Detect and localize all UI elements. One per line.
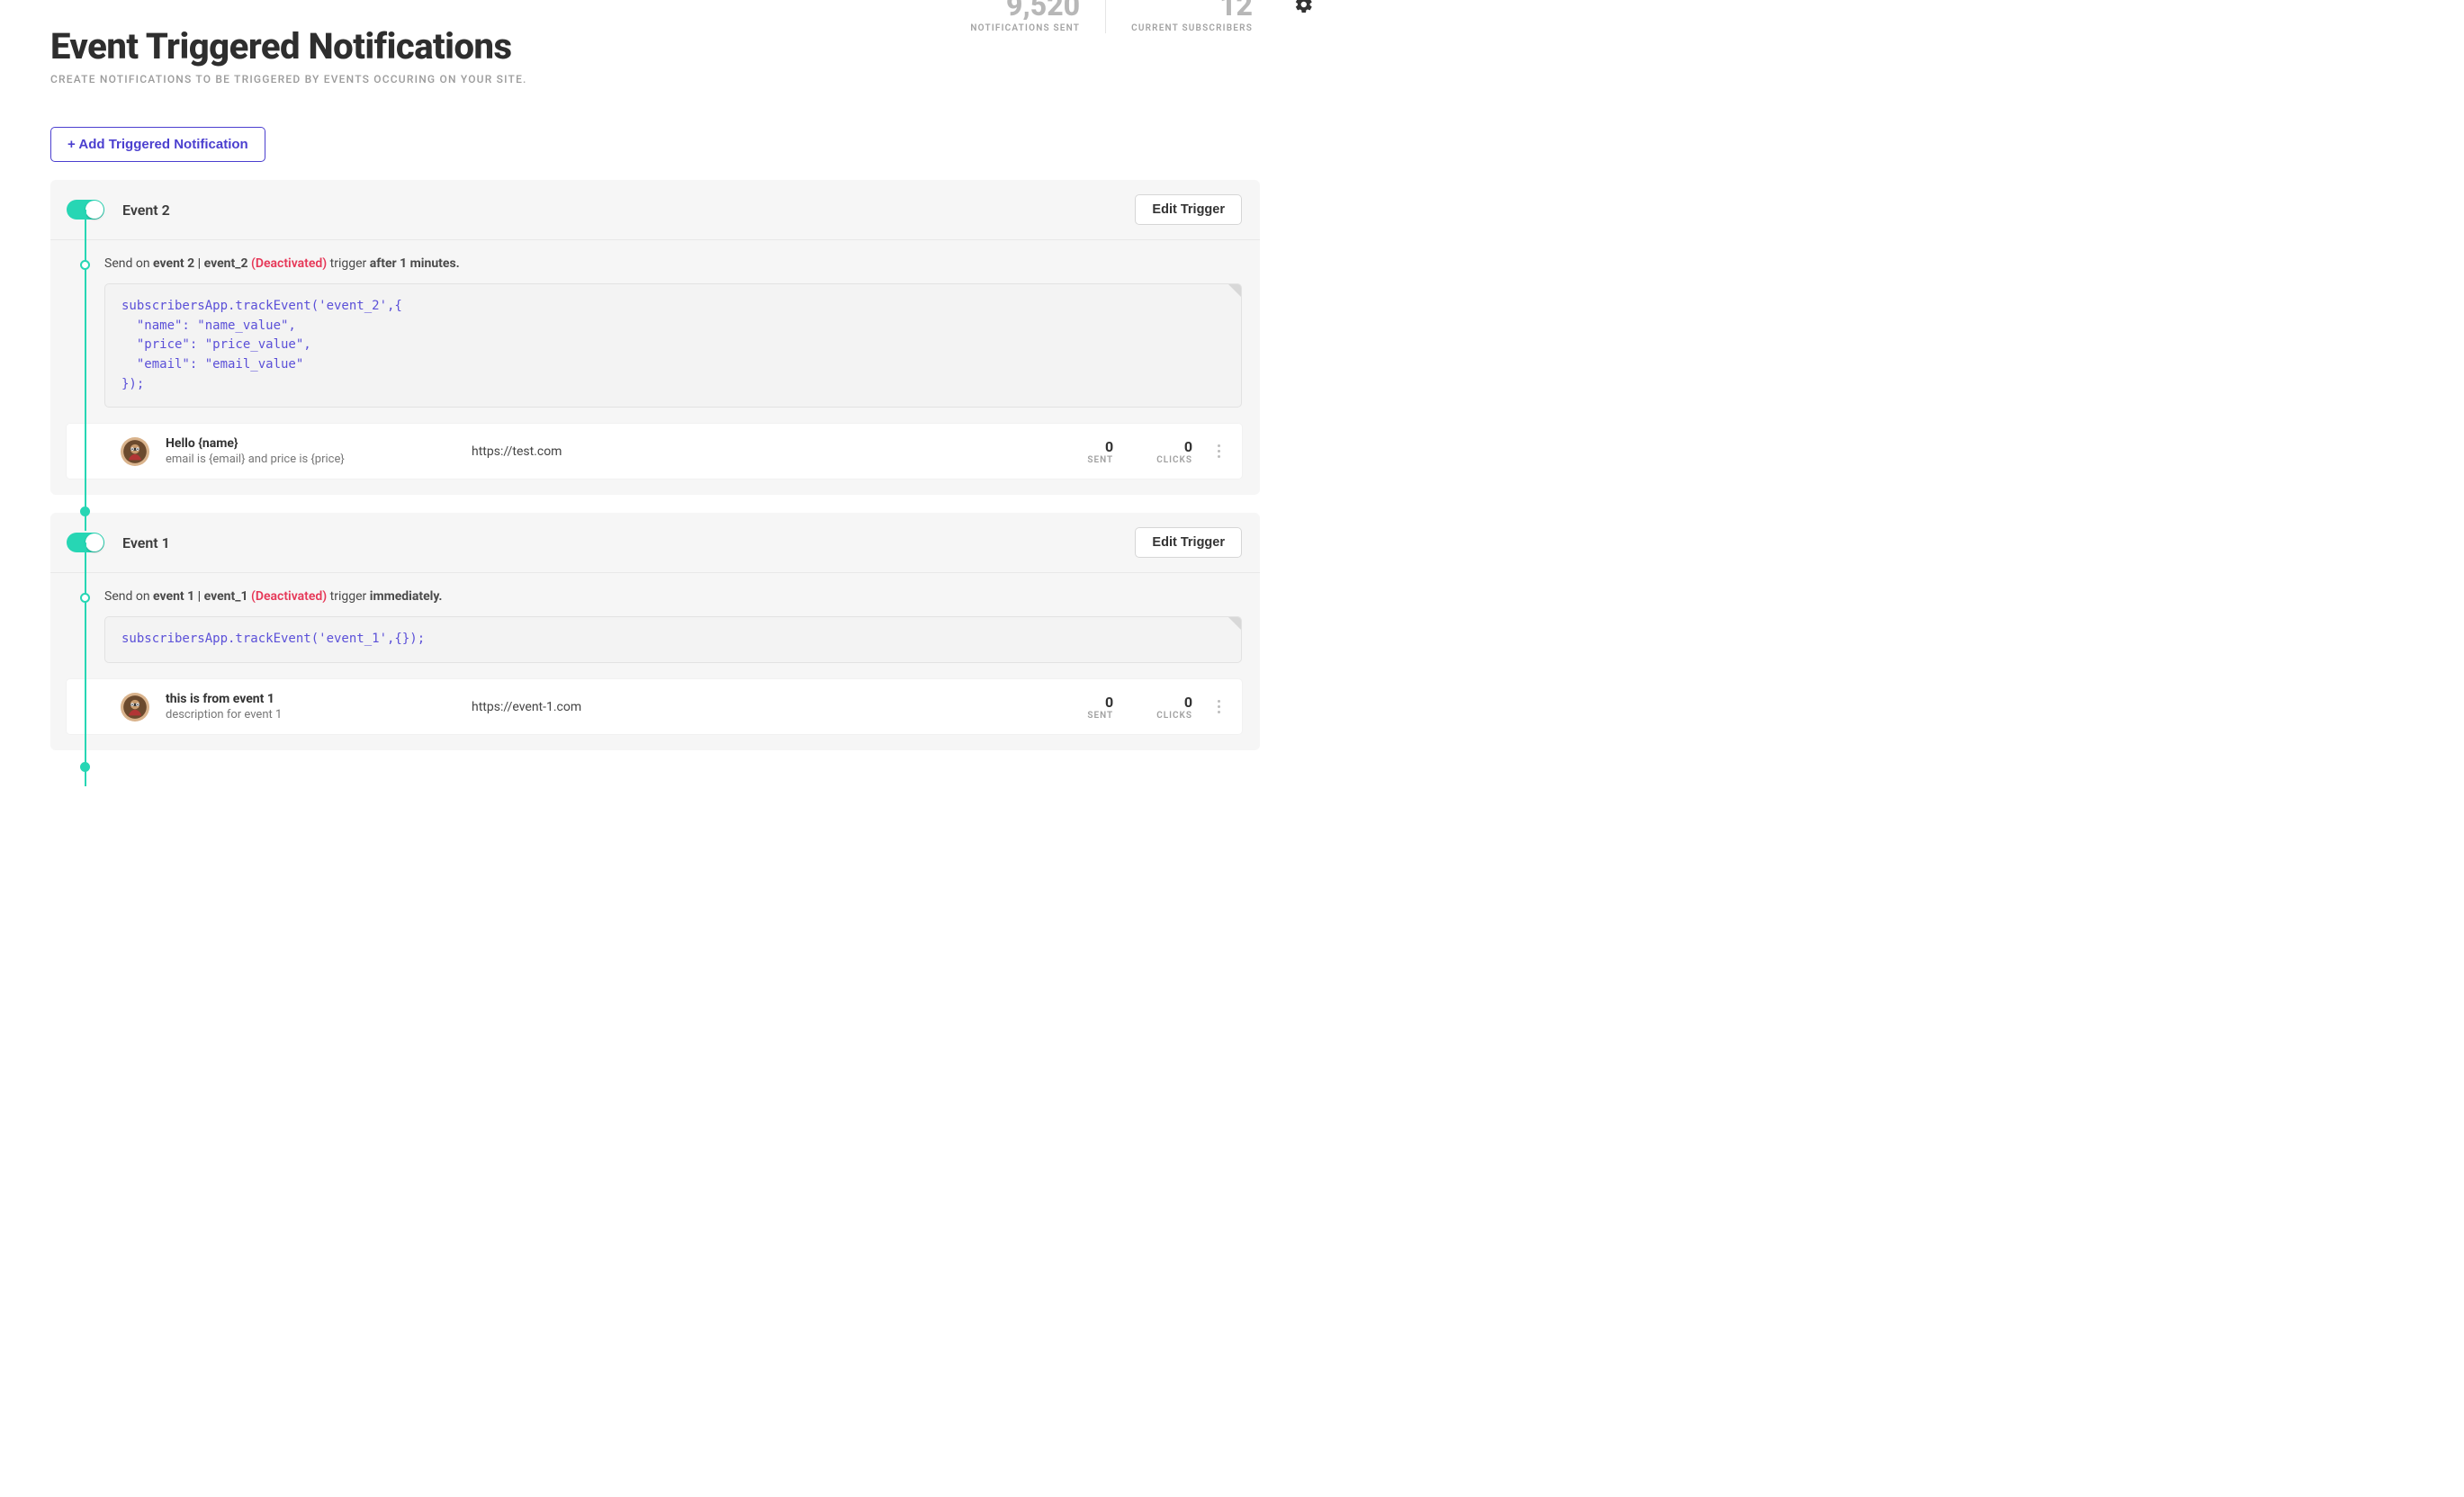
trigger-status: (Deactivated)	[251, 256, 327, 271]
trigger-prefix: Send on	[104, 589, 153, 604]
event-name: Event 2	[122, 202, 170, 219]
sent-label: SENT	[1087, 711, 1113, 721]
gear-icon[interactable]	[1294, 1, 1314, 18]
sent-label: SENT	[1087, 455, 1113, 465]
copy-corner-icon[interactable]	[1228, 617, 1241, 630]
stat-current-subscribers: 12 CURRENT SUBSCRIBERS	[1105, 0, 1278, 33]
event-card: Event 1 Edit Trigger Send on event 1 | e…	[50, 513, 1260, 750]
stat-notifications-sent: 9,520 NOTIFICATIONS SENT	[945, 0, 1105, 33]
trigger-event-name: event 2 | event_2	[153, 256, 248, 271]
top-stats: 9,520 NOTIFICATIONS SENT 12 CURRENT SUBS…	[945, 0, 1314, 33]
stat-label: NOTIFICATIONS SENT	[970, 23, 1080, 33]
clicks-label: CLICKS	[1156, 711, 1192, 721]
edit-trigger-button[interactable]: Edit Trigger	[1135, 194, 1242, 225]
clicks-value: 0	[1156, 438, 1192, 455]
stat-value: 9,520	[970, 0, 1080, 20]
trigger-timing: after 1 minutes.	[370, 256, 460, 271]
trigger-description: Send on event 2 | event_2 (Deactivated) …	[104, 256, 1242, 271]
stat-label: CURRENT SUBSCRIBERS	[1131, 23, 1253, 33]
kebab-menu-icon[interactable]	[1214, 439, 1224, 463]
notification-desc: description for event 1	[166, 708, 472, 722]
trigger-event-name: event 1 | event_1	[153, 589, 248, 604]
trigger-description: Send on event 1 | event_1 (Deactivated) …	[104, 589, 1242, 604]
trigger-timing: immediately.	[370, 589, 443, 604]
avatar	[121, 693, 149, 722]
code-snippet[interactable]: subscribersApp.trackEvent('event_2',{ "n…	[104, 283, 1242, 408]
clicks-label: CLICKS	[1156, 455, 1192, 465]
timeline-dot	[80, 593, 90, 603]
notification-sent-stat: 0 SENT	[1066, 438, 1135, 465]
notification-url: https://test.com	[472, 444, 1066, 459]
timeline-dot	[80, 260, 90, 270]
code-snippet[interactable]: subscribersApp.trackEvent('event_1',{});	[104, 616, 1242, 663]
notification-row: this is from event 1 description for eve…	[67, 679, 1242, 734]
code-text: subscribersApp.trackEvent('event_1',{});	[121, 632, 425, 646]
event-header: Event 2 Edit Trigger	[50, 180, 1260, 240]
notification-desc: email is {email} and price is {price}	[166, 453, 472, 466]
sent-value: 0	[1087, 438, 1113, 455]
edit-trigger-button[interactable]: Edit Trigger	[1135, 527, 1242, 558]
sent-value: 0	[1087, 694, 1113, 711]
notification-sent-stat: 0 SENT	[1066, 694, 1135, 721]
avatar	[121, 437, 149, 466]
notification-url: https://event-1.com	[472, 700, 1066, 714]
notification-row: Hello {name} email is {email} and price …	[67, 424, 1242, 479]
copy-corner-icon[interactable]	[1228, 284, 1241, 297]
timeline-dot	[80, 762, 90, 772]
add-triggered-notification-button[interactable]: + Add Triggered Notification	[50, 127, 265, 162]
notification-clicks-stat: 0 CLICKS	[1135, 438, 1214, 465]
event-name: Event 1	[122, 534, 170, 551]
stat-value: 12	[1131, 0, 1253, 20]
trigger-prefix: Send on	[104, 256, 153, 271]
notification-title: this is from event 1	[166, 692, 472, 706]
event-header: Event 1 Edit Trigger	[50, 513, 1260, 573]
trigger-mid: trigger	[327, 256, 370, 271]
notification-clicks-stat: 0 CLICKS	[1135, 694, 1214, 721]
code-text: subscribersApp.trackEvent('event_2',{ "n…	[121, 299, 402, 391]
trigger-mid: trigger	[327, 589, 370, 604]
timeline-line	[85, 542, 86, 786]
page-subtitle: CREATE NOTIFICATIONS TO BE TRIGGERED BY …	[50, 73, 1260, 85]
event-card: Event 2 Edit Trigger Send on event 2 | e…	[50, 180, 1260, 495]
trigger-status: (Deactivated)	[251, 589, 327, 604]
kebab-menu-icon[interactable]	[1214, 695, 1224, 719]
timeline-line	[85, 210, 86, 531]
clicks-value: 0	[1156, 694, 1192, 711]
notification-title: Hello {name}	[166, 436, 472, 451]
